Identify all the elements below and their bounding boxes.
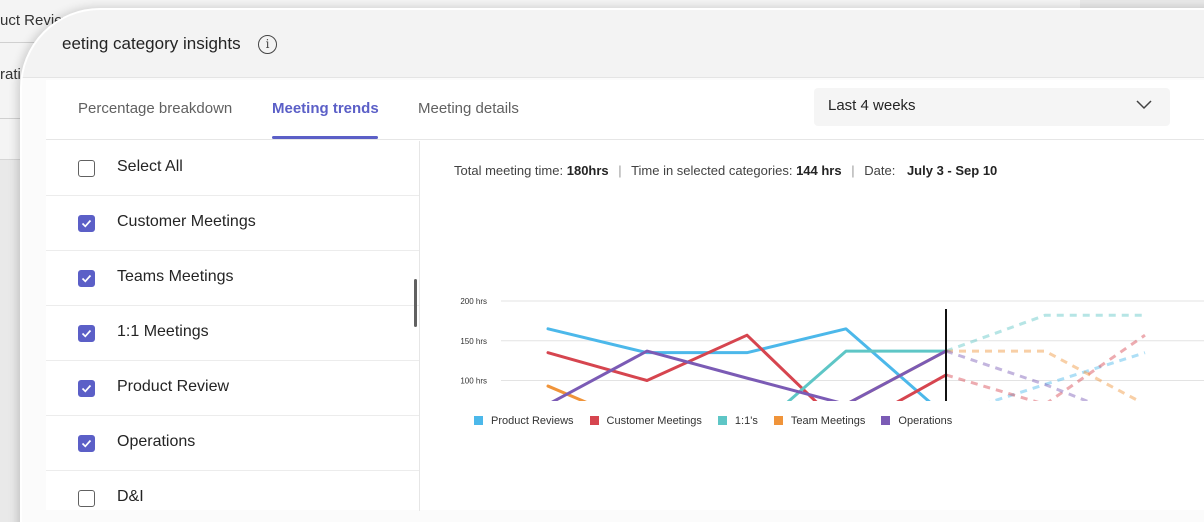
date-range-value: Last 4 weeks [828,97,916,114]
info-icon[interactable]: i [258,35,277,54]
legend-swatch [773,416,783,425]
legend-label: 1:1's [734,415,758,427]
checkmark-icon [81,274,92,283]
y-tick-label: 200 hrs [460,297,487,306]
legend-item: Customer Meetings [589,415,702,427]
legend-item: Team Meetings [773,415,866,427]
series-line-actual [786,349,948,401]
legend-label: Operations [898,415,953,427]
checkmark-icon [81,384,92,393]
checkbox[interactable] [78,160,95,177]
tab-meeting-trends[interactable]: Meeting trends [272,100,379,117]
list-item-operations[interactable]: Operations [46,416,419,471]
date-range-dropdown[interactable]: Last 4 weeks [814,88,1170,126]
list-item-one-on-one-meetings[interactable]: 1:1 Meetings [46,306,419,361]
legend-swatch [589,416,599,425]
legend-label: Customer Meetings [606,415,702,427]
legend-swatch [717,416,727,425]
list-item-label: Operations [117,433,196,450]
legend-item: Operations [881,415,952,427]
list-item-teams-meetings[interactable]: Teams Meetings [46,251,419,306]
checkbox[interactable] [78,490,95,507]
checkmark-icon [81,219,92,228]
series-line-forecast [946,349,1142,401]
trend-chart-area: Total meeting time: 180hrs | Time in sel… [421,141,1204,511]
chevron-down-icon [1136,100,1152,110]
checkbox[interactable] [78,325,95,342]
list-item-label: D&I [117,488,144,505]
checkbox[interactable] [78,270,95,287]
checkmark-icon [81,329,92,338]
checkbox[interactable] [78,215,95,232]
list-item-customer-meetings[interactable]: Customer Meetings [46,196,419,251]
series-line-forecast [945,349,1091,401]
meeting-trends-line-chart: 0 hr50 hrs100 hrs150 hrs200 hrsJuly3 - J… [460,297,1204,401]
series-line-actual [546,333,948,401]
checkmark-icon [81,439,92,448]
legend-item: Product Reviews [474,415,574,427]
list-scrollbar[interactable] [414,279,417,327]
list-item-label: 1:1 Meetings [117,323,209,340]
tab-percentage-breakdown[interactable]: Percentage breakdown [78,100,232,117]
y-tick-label: 100 hrs [460,377,487,386]
legend-label: Team Meetings [790,415,866,427]
checkbox[interactable] [78,435,95,452]
series-line-forecast [945,313,1145,353]
chart-legend: Product Reviews Customer Meetings 1:1's Tea… [474,411,968,427]
insights-card: eeting category insights i Percentage br… [20,8,1204,522]
list-item-select-all[interactable]: Select All [46,141,419,196]
legend-item: 1:1's [717,415,758,427]
y-tick-label: 150 hrs [460,337,487,346]
series-line-actual [551,349,948,401]
series-line-forecast [945,333,1146,401]
checkbox[interactable] [78,380,95,397]
series-line-actual [546,327,931,401]
tab-meeting-details[interactable]: Meeting details [418,100,519,117]
category-list: Select All Customer Meetings Teams Meeti… [46,141,420,511]
series-line-actual [546,349,948,401]
list-item-label: Customer Meetings [117,213,256,230]
card-header: eeting category insights i [22,10,1204,78]
list-item-product-review[interactable]: Product Review [46,361,419,416]
legend-swatch [474,416,483,425]
legend-label: Product Reviews [491,415,574,427]
list-item-label: Select All [117,158,183,175]
insights-panel: Percentage breakdown Meeting trends Meet… [46,80,1204,511]
list-item-d-and-i[interactable]: D&I [46,471,419,511]
list-item-label: Product Review [117,378,230,395]
list-item-label: Teams Meetings [117,268,234,285]
card-title: eeting category insights [62,34,241,53]
tab-bar: Percentage breakdown Meeting trends Meet… [46,80,1204,140]
legend-swatch [881,416,891,425]
active-tab-indicator [272,136,378,139]
